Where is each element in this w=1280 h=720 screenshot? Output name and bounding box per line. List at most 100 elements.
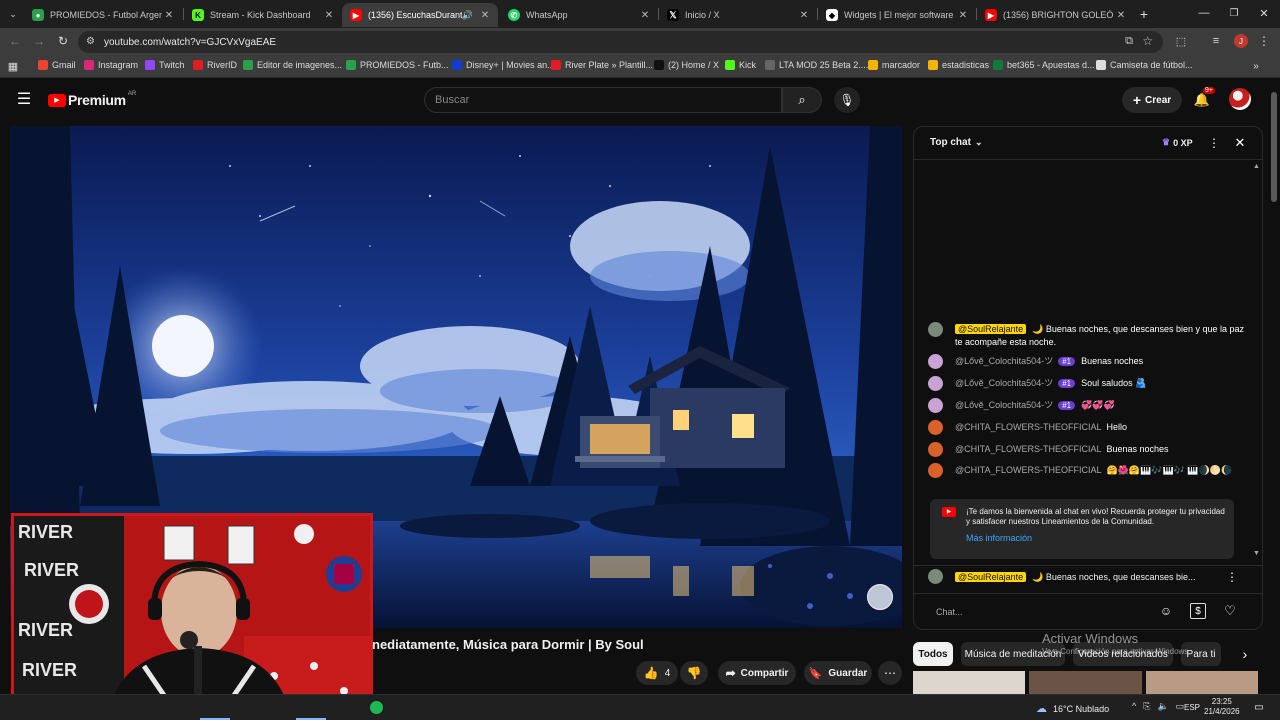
bookmark-item[interactable]: River Plate » Plantill... [551,60,653,70]
youtube-logo[interactable]: ▶ Premium AR [48,91,136,108]
bookmark-item[interactable]: PROMIEDOS - Futb... [346,60,449,70]
notification-center-icon[interactable]: ▭ [1252,701,1266,713]
search-button[interactable]: ⌕ [782,87,822,113]
voice-search-button[interactable]: 🎙 [834,87,860,113]
chat-author[interactable]: @Lővĕ_Colochita504-ツ [955,378,1053,388]
hamburger-menu-icon[interactable]: ☰ [16,91,32,108]
forward-icon[interactable]: → [32,34,46,48]
more-bookmarks-icon[interactable]: » [1250,60,1262,72]
bookmark-item[interactable]: Disney+ | Movies an... [452,60,555,70]
bookmark-item[interactable]: Gmail [38,60,76,70]
close-chat-icon[interactable]: ✕ [1232,135,1248,151]
related-thumbnails[interactable] [913,671,1258,694]
clock[interactable]: 23:25 21/4/2026 [1204,697,1240,717]
chat-mode-dropdown[interactable]: Top chat ⌄ [930,137,982,148]
tab-promiedos[interactable]: ● PROMIEDOS - Futbol Argentino✕ [24,3,182,27]
chat-author[interactable]: @CHITA_FLOWERS-THEOFFICIAL [955,465,1101,475]
bookmark-item[interactable]: marcador [868,60,920,70]
chat-author[interactable]: @CHITA_FLOWERS-THEOFFICIAL [955,422,1101,432]
volume-icon[interactable]: 🔈 [1157,701,1168,712]
thumbnail[interactable] [913,671,1026,694]
extensions-icon[interactable]: ⬚ [1174,34,1188,48]
chat-message[interactable]: @CHITA_FLOWERS-THEOFFICIAL Buenas noches [928,442,1248,457]
chip-meditation-music[interactable]: Música de meditación [961,642,1065,666]
bookmark-item[interactable]: RiverID [193,60,237,70]
chat-message[interactable]: @CHITA_FLOWERS-THEOFFICIAL Hello [928,420,1248,435]
super-chat-icon[interactable]: $ [1190,603,1206,619]
speaker-icon[interactable]: 🔊 [462,10,473,21]
restore-button[interactable]: ❐ [1226,5,1242,21]
bookmark-item[interactable]: LTA MOD 25 Beta 2.... [765,60,868,70]
pinned-message[interactable]: @SoulRelajante 🌙 Buenas noches, que desc… [928,569,1248,584]
close-icon[interactable]: ✕ [956,10,970,21]
taskbar-app-spotify-icon[interactable] [370,701,383,714]
media-control-icon[interactable]: ≡ [1208,34,1224,48]
back-icon[interactable]: ← [8,34,22,48]
tab-whatsapp[interactable]: ✆ WhatsApp ✕ [500,3,658,27]
bookmark-item[interactable]: estadisticas [928,60,989,70]
bookmark-item[interactable]: Instagram [84,60,138,70]
bookmark-item[interactable]: bet365 - Apuestas d... [993,60,1095,70]
site-info-icon[interactable]: ⚙ [86,36,95,47]
page-scrollbar[interactable] [1271,92,1277,202]
chat-message[interactable]: @SoulRelajante 🌙 Buenas noches, que desca… [928,322,1248,349]
tab-x[interactable]: 𝕏 Inicio / X ✕ [659,3,817,27]
chat-author[interactable]: @Lővĕ_Colochita504-ツ [955,400,1053,410]
install-icon[interactable]: ⧉ [1125,35,1133,48]
tab-youtube-active[interactable]: ▶ (1356) EscuchasDurante 5 🔊 ✕ [342,3,498,27]
chat-author[interactable]: @SoulRelajante [955,324,1027,334]
language-indicator[interactable]: ESP [1184,703,1200,712]
bookmark-item[interactable]: (2) Home / X [654,60,719,70]
address-bar[interactable]: ⚙ youtube.com/watch?v=GJCVxVgaEAE ⧉ ☆ [78,31,1163,53]
tab-kick[interactable]: K Stream - Kick Dashboard ✕ [184,3,342,27]
chip-for-you[interactable]: Para ti [1181,642,1221,666]
chat-message[interactable]: @Lővĕ_Colochita504-ツ #1 Buenas noches [928,354,1248,369]
bookmark-item[interactable]: Twitch [145,60,185,70]
close-icon[interactable]: ✕ [797,10,811,21]
dislike-button[interactable]: 👎 [680,661,708,685]
chat-input[interactable]: Chat... [926,603,1154,621]
emoji-icon[interactable]: ☺ [1158,603,1174,619]
notifications-button[interactable]: 🔔 9+ [1192,87,1215,110]
save-button[interactable]: 🔖 Guardar [804,661,872,685]
tab-widgets[interactable]: ◆ Widgets | El mejor software pa ✕ [818,3,976,27]
chat-message[interactable]: @Lővĕ_Colochita504-ツ #1 💞💞💞 [928,398,1248,413]
weather-widget[interactable]: ☁ 16°C Nublado [1036,702,1109,715]
chevron-up-icon[interactable]: ^ [1132,701,1136,712]
more-actions-button[interactable]: ⋯ [878,661,902,685]
pinned-menu-icon[interactable]: ⋮ [1226,569,1238,585]
share-button[interactable]: ➦ Compartir [718,661,796,685]
tab-brighton[interactable]: ▶ (1356) BRIGHTON GOLEÓ A CH✕ [977,3,1134,27]
network-icon[interactable]: ⎘ [1143,701,1150,712]
chat-message[interactable]: @Lővĕ_Colochita504-ツ #1 Soul saludos 🫂 [928,376,1248,391]
create-button[interactable]: + Crear [1122,87,1182,113]
close-icon[interactable]: ✕ [1114,10,1128,21]
thumbnail[interactable] [1029,671,1142,694]
bookmark-item[interactable]: Camiseta de fútbol... [1096,60,1193,70]
xp-badge[interactable]: ♛ 0 XP [1162,137,1193,148]
chat-author[interactable]: @CHITA_FLOWERS-THEOFFICIAL [955,444,1101,454]
bookmark-item[interactable]: Editor de imagenes... [243,60,342,70]
reload-icon[interactable]: ↻ [56,34,70,48]
more-info-link[interactable]: Más información [966,533,1226,543]
close-icon[interactable]: ✕ [638,10,652,21]
chip-all[interactable]: Todos [913,642,953,666]
browser-menu-icon[interactable]: ⋮ [1258,34,1270,48]
apps-grid-icon[interactable]: ▦ [7,60,19,73]
new-tab-button[interactable]: + [1136,6,1152,22]
close-icon[interactable]: ✕ [322,10,336,21]
close-window-button[interactable]: ✕ [1256,5,1272,21]
channel-watermark-avatar[interactable] [867,584,893,610]
close-icon[interactable]: ✕ [478,10,492,21]
chat-author[interactable]: @Lővĕ_Colochita504-ツ [955,356,1053,366]
battery-icon[interactable]: ▭ [1176,701,1185,712]
search-input[interactable]: Buscar [424,87,782,113]
account-avatar[interactable] [1229,88,1251,110]
heart-icon[interactable]: ♡ [1222,603,1238,619]
bookmark-star-icon[interactable]: ☆ [1142,34,1153,48]
chat-menu-icon[interactable]: ⋮ [1208,135,1220,151]
tab-search-icon[interactable]: ⌄ [6,7,20,21]
chat-message[interactable]: @CHITA_FLOWERS-THEOFFICIAL 🤗🌺🤗🎹🎶🎹🎶 🎹🌒🌕🌘 [928,463,1248,478]
chat-scrollbar[interactable]: ▲ ▼ [1252,163,1260,557]
like-button[interactable]: 👍 4 [636,661,678,685]
